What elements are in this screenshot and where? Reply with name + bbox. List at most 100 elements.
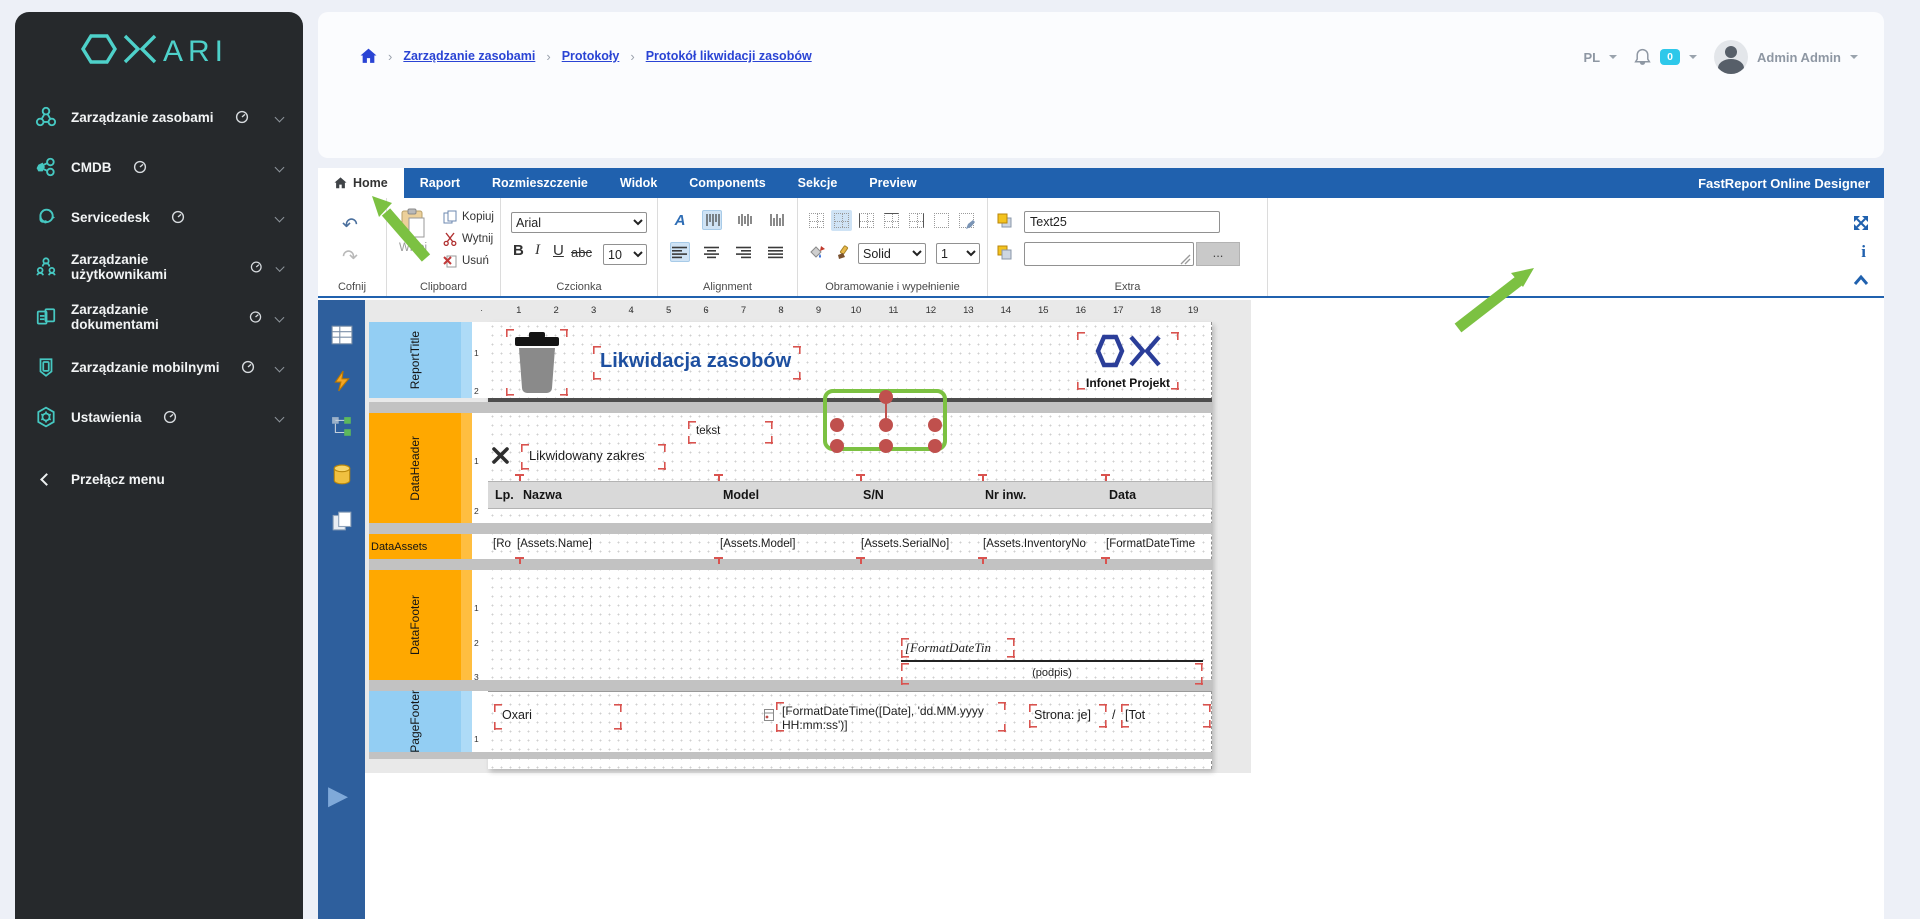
breadcrumb-link-protokoly[interactable]: Protokoły [562,49,620,63]
sidebar-item-zarzadzanie-zasobami[interactable]: Zarządzanie zasobami [15,92,303,142]
fullscreen-icon[interactable] [1852,214,1870,232]
fill-color-button[interactable] [806,242,827,263]
tab-preview[interactable]: Preview [853,168,932,198]
table-header-cell[interactable]: Model [723,488,759,502]
table-header-cell[interactable]: Lp. [495,488,514,502]
menu-toggle[interactable]: Przełącz menu [15,454,303,504]
copy-button[interactable]: Kopiuj [443,210,494,224]
tab-home[interactable]: Home [318,168,404,198]
signature-label-object[interactable]: (podpis) [901,663,1203,685]
cut-button[interactable]: Wytnij [443,232,493,246]
caret-down-icon[interactable] [1850,55,1858,59]
vertical-align-center-button[interactable] [734,210,754,230]
band-datafooter[interactable]: DataFooter [369,570,488,680]
home-icon[interactable] [360,48,377,64]
bell-icon[interactable] [1634,48,1651,66]
sidebar-item-zarzadzanie-mobilnymi[interactable]: Zarządzanie mobilnymi [15,342,303,392]
bold-button[interactable]: B [513,242,524,259]
tab-sekcje[interactable]: Sekcje [782,168,854,198]
align-right-button[interactable] [734,242,754,262]
border-none-button[interactable] [931,210,952,231]
breadcrumb-current[interactable]: Protokół likwidacji zasobów [646,49,812,63]
border-color-button[interactable] [956,210,977,231]
underline-button[interactable]: U [553,242,564,259]
font-size-select[interactable]: 10 [603,244,647,265]
border-all-button[interactable] [806,210,827,231]
scope-label-object[interactable]: Likwidowany zakres [521,444,666,470]
data-cell[interactable]: [Assets.SerialNo] [861,538,949,550]
data-cell[interactable]: [Assets.InventoryNo [983,538,1086,550]
tab-raport[interactable]: Raport [404,168,476,198]
trash-image-object[interactable] [506,329,568,396]
expression-input[interactable] [1024,242,1194,266]
border-top-button[interactable] [881,210,902,231]
band-reporttitle[interactable]: ReportTitle [369,322,488,398]
title-divider-line-object[interactable] [488,398,1212,402]
band-dataassets[interactable]: DataAssets [369,534,488,559]
report-title-object[interactable]: Likwidacja zasobów [593,346,801,380]
sidebar-item-cmdb[interactable]: CMDB [15,142,303,192]
data-cell[interactable]: [Ro [493,538,511,550]
table-header-cell[interactable]: S/N [863,488,884,502]
border-style-select[interactable]: Solid [858,243,926,264]
font-family-select[interactable]: Arial [511,212,647,233]
bring-to-front-button[interactable] [994,210,1015,231]
notification-badge[interactable]: 0 [1660,49,1680,65]
report-tree-icon[interactable] [331,416,353,438]
tab-rozmieszczenie[interactable]: Rozmieszczenie [476,168,604,198]
band-pagefooter[interactable]: PageFooter [369,691,488,752]
align-justify-button[interactable] [766,242,786,262]
brush-icon-button[interactable] [831,242,852,263]
font-color-button[interactable]: A [670,210,690,230]
undo-button[interactable]: ↶ [342,214,358,237]
data-cell[interactable]: [FormatDateTime [1106,538,1195,550]
footer-date-object[interactable]: [FormatDateTin [901,638,1015,658]
delete-button[interactable]: Usuń [443,254,489,268]
border-right-button[interactable] [906,210,927,231]
strikethrough-button[interactable]: abc [571,245,592,260]
table-header-row[interactable]: Lp. Nazwa Model S/N Nr inw. Data [488,481,1212,509]
avatar[interactable] [1714,40,1748,74]
sidebar-item-servicedesk[interactable]: Servicedesk [15,192,303,242]
sidebar-item-zarzadzanie-uzytkownikami[interactable]: Zarządzanie użytkownikami [15,242,303,292]
data-cell[interactable]: [Assets.Name] [517,538,592,550]
tekst-object[interactable]: tekst [688,421,773,444]
data-sources-icon[interactable] [331,464,353,486]
redo-button[interactable]: ↷ [342,246,358,269]
object-name-input[interactable] [1024,211,1220,233]
pages-icon[interactable] [331,510,353,532]
breadcrumb-link-zasoby[interactable]: Zarządzanie zasobami [403,49,535,63]
paste-button[interactable]: Wklej [399,208,427,254]
band-dataheader[interactable]: DataHeader [369,413,488,523]
vertical-align-bottom-button[interactable] [766,210,786,230]
caret-down-icon[interactable] [1689,55,1697,59]
tab-widok[interactable]: Widok [604,168,673,198]
language-selector[interactable]: PL [1584,50,1601,65]
band-separator[interactable] [369,523,1212,534]
pagefooter-datetime-object[interactable]: [FormatDateTime([Date], 'dd.MM.yyyy HH:m… [776,702,1006,732]
border-outside-button[interactable] [831,210,852,231]
band-separator[interactable] [369,559,1212,570]
properties-icon[interactable] [331,324,353,346]
sidebar-item-zarzadzanie-dokumentami[interactable]: Zarządzanie dokumentami [15,292,303,342]
close-icon[interactable] [491,446,510,465]
run-preview-button[interactable]: ▶ [328,782,348,808]
send-to-back-button[interactable] [994,242,1015,263]
tab-components[interactable]: Components [673,168,781,198]
vertical-align-top-button[interactable] [702,210,722,230]
collapse-ribbon-icon[interactable] [1852,274,1870,286]
band-separator[interactable] [369,402,1212,413]
signature-line-object[interactable] [901,660,1203,662]
company-logo-object[interactable]: Infonet Projekt [1077,332,1179,390]
resize-grip-icon[interactable] [1180,254,1191,265]
align-left-button[interactable] [670,242,690,262]
events-icon[interactable] [331,370,353,392]
pagefooter-left-object[interactable]: Oxari [494,704,622,730]
info-icon[interactable]: i [1861,242,1866,262]
user-name[interactable]: Admin Admin [1757,50,1841,65]
expression-more-button[interactable]: ... [1196,242,1240,266]
data-cell[interactable]: [Assets.Model] [720,538,795,550]
table-header-cell[interactable]: Nazwa [523,488,562,502]
pagefooter-page-object[interactable]: Strona: je] [1029,704,1107,728]
table-header-cell[interactable]: Nr inw. [985,488,1026,502]
